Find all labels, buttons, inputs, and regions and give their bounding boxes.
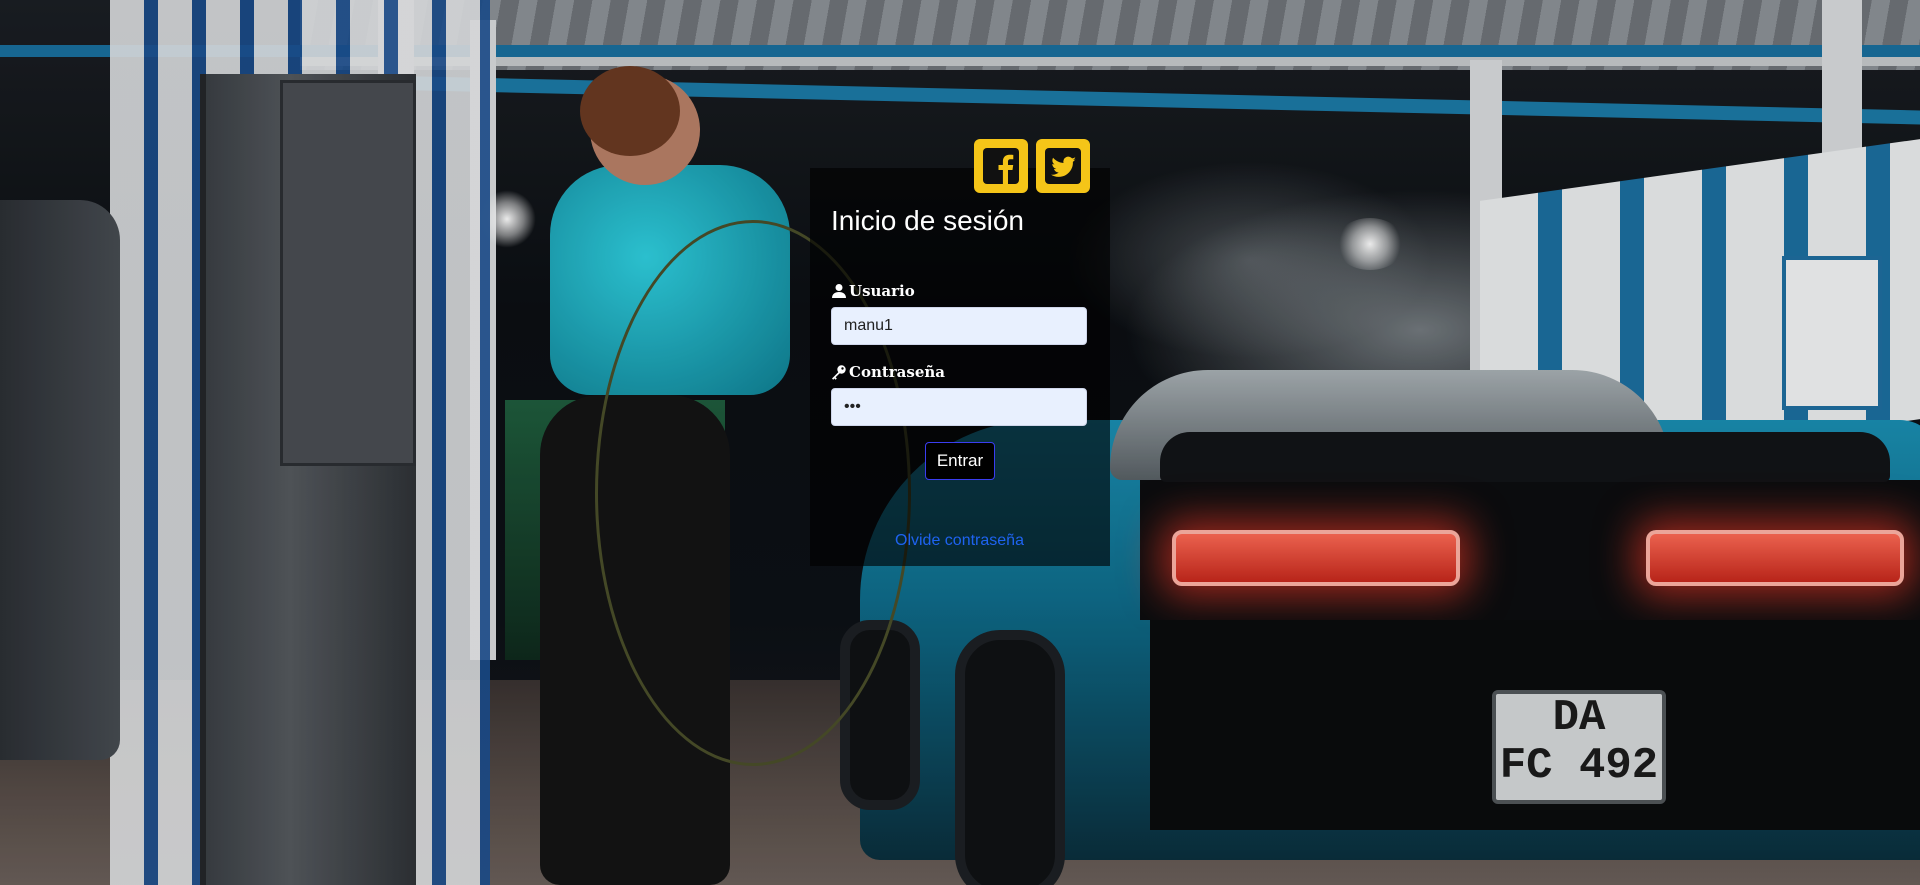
username-label: Usuario bbox=[831, 282, 915, 300]
twitter-button[interactable] bbox=[1036, 139, 1090, 193]
password-label: Contraseña bbox=[831, 363, 945, 381]
submit-button[interactable]: Entrar bbox=[925, 442, 995, 480]
password-input[interactable] bbox=[831, 388, 1087, 426]
login-title: Inicio de sesión bbox=[831, 205, 1025, 236]
forgot-password-link[interactable]: Olvide contraseña bbox=[895, 531, 1024, 551]
user-icon bbox=[832, 284, 846, 298]
twitter-icon bbox=[1045, 148, 1081, 184]
facebook-button[interactable] bbox=[974, 139, 1028, 193]
password-label-text: Contraseña bbox=[849, 363, 946, 381]
username-label-text: Usuario bbox=[849, 282, 915, 300]
facebook-icon bbox=[983, 148, 1019, 184]
key-icon bbox=[832, 365, 846, 380]
username-input[interactable] bbox=[831, 307, 1087, 345]
